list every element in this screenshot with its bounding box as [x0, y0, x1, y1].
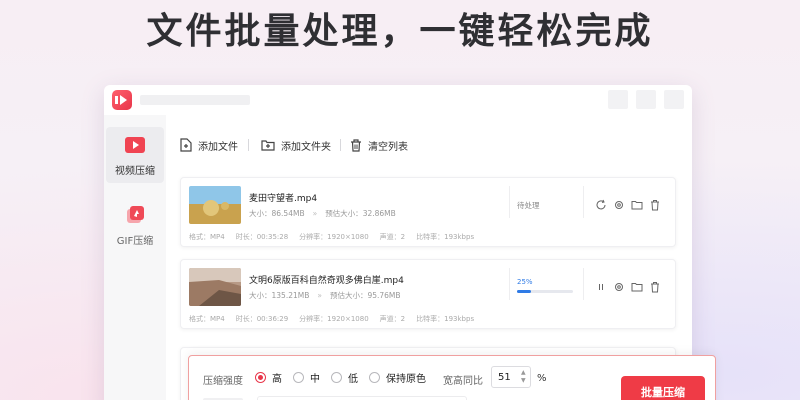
original-size: 86.54MB — [271, 209, 305, 218]
add-file-icon — [180, 138, 192, 152]
maximize-button[interactable] — [636, 90, 656, 109]
strength-option-medium[interactable]: 中 — [293, 370, 320, 385]
compression-strength-label: 压缩强度 — [203, 376, 243, 387]
option-label: 高 — [272, 374, 282, 385]
spinner-arrows-icon[interactable]: ▲ ▼ — [521, 369, 526, 385]
status-text: 待处理 — [517, 201, 540, 210]
toolbar-divider — [340, 139, 341, 151]
size-label: 大小： — [249, 209, 272, 218]
add-file-label: 添加文件 — [198, 141, 238, 153]
file-name: 麦田守望者.mp4 — [249, 194, 318, 204]
option-label: 保持原色 — [386, 374, 426, 385]
option-label: 中 — [310, 374, 320, 385]
meta-bitrate: 比特率：193kbps — [416, 315, 475, 323]
progress-bar-fill — [517, 290, 531, 293]
radio-button[interactable] — [369, 372, 380, 383]
clear-list-label: 清空列表 — [368, 141, 408, 153]
card-divider — [583, 268, 584, 300]
gif-compress-icon — [125, 205, 145, 225]
add-file-button[interactable]: 添加文件 — [180, 135, 238, 155]
output-path-field[interactable] — [257, 396, 467, 400]
file-card-1: 麦田守望者.mp4 大小：86.54MB » 预估大小：32.86MB 待处理 格式… — [180, 177, 676, 247]
sidebar-item-video-compress[interactable]: 视频压缩 — [106, 127, 164, 183]
estimated-size-label: 预估大小： — [325, 209, 363, 218]
radio-button[interactable] — [293, 372, 304, 383]
close-button[interactable] — [664, 90, 684, 109]
progress-bar — [517, 290, 573, 293]
meta-bitrate: 比特率：193kbps — [416, 233, 475, 241]
file-sizes: 大小：86.54MB » 预估大小：32.86MB — [249, 208, 396, 219]
sidebar-item-label: 视频压缩 — [115, 166, 155, 177]
strength-option-keep-color[interactable]: 保持原色 — [369, 370, 426, 385]
clear-list-button[interactable]: 清空列表 — [350, 135, 408, 155]
meta-channels: 声道：2 — [379, 315, 406, 323]
aspect-ratio-label: 宽高同比 — [443, 376, 483, 387]
card-divider — [509, 268, 510, 300]
open-folder-icon[interactable] — [631, 196, 643, 210]
sidebar: 视频压缩 GIF压缩 — [104, 115, 166, 400]
app-window: 视频压缩 GIF压缩 添加文件 添加文件夹 清空列表 麦田守望者.mp4 大小：… — [104, 85, 692, 400]
strength-option-high[interactable]: 高 — [255, 370, 282, 385]
file-name: 文明6原版百科自然奇观多佛白崖.mp4 — [249, 276, 404, 286]
add-folder-icon — [261, 140, 275, 151]
estimated-size-label: 预估大小： — [329, 291, 368, 300]
percent-unit: % — [537, 373, 547, 384]
arrow-right-icon: » — [312, 209, 318, 218]
refresh-icon[interactable] — [595, 196, 607, 210]
delete-icon[interactable] — [649, 278, 661, 293]
sidebar-item-gif-compress[interactable]: GIF压缩 — [106, 197, 164, 253]
meta-duration: 时长：00:35:28 — [235, 233, 289, 241]
size-label: 大小： — [249, 291, 272, 300]
progress-percent: 25% — [517, 278, 533, 286]
file-sizes: 大小：135.21MB » 预估大小：95.76MB — [249, 290, 401, 301]
card-divider — [509, 186, 510, 218]
settings-gear-icon[interactable] — [613, 196, 625, 209]
file-meta: 格式：MP4 时长：00:36:29 分辨率：1920×1080 声道：2 比特率：19… — [189, 314, 485, 324]
radio-button[interactable] — [331, 372, 342, 383]
sidebar-item-label: GIF压缩 — [116, 236, 154, 247]
toolbar-divider — [248, 139, 249, 151]
compression-settings-panel: 压缩强度 高 中 低 保持原色 宽高同比 ▲▼ % 批量压缩 — [188, 355, 716, 400]
open-folder-icon[interactable] — [631, 278, 643, 292]
arrow-right-icon: » — [317, 291, 322, 300]
settings-gear-icon[interactable] — [613, 278, 625, 291]
trash-icon — [351, 138, 361, 152]
app-logo-icon — [112, 90, 132, 110]
meta-format: 格式：MP4 — [189, 315, 225, 323]
batch-compress-button[interactable]: 批量压缩 — [621, 376, 705, 400]
minimize-button[interactable] — [608, 90, 628, 109]
video-thumbnail — [189, 268, 241, 306]
video-thumbnail — [189, 186, 241, 224]
meta-resolution: 分辨率：1920×1080 — [299, 315, 369, 323]
meta-duration: 时长：00:36:29 — [235, 315, 289, 323]
meta-channels: 声道：2 — [379, 233, 406, 241]
estimated-size: 32.86MB — [362, 209, 396, 218]
original-size: 135.21MB — [271, 291, 310, 300]
strength-option-low[interactable]: 低 — [331, 370, 358, 385]
file-card-2: 文明6原版百科自然奇观多佛白崖.mp4 大小：135.21MB » 预估大小：95.… — [180, 259, 676, 329]
window-title — [140, 95, 250, 105]
page-headline: 文件批量处理，一键轻松完成 — [146, 11, 654, 52]
add-folder-button[interactable]: 添加文件夹 — [261, 135, 331, 155]
meta-format: 格式：MP4 — [189, 233, 225, 241]
meta-resolution: 分辨率：1920×1080 — [299, 233, 369, 241]
delete-icon[interactable] — [649, 196, 661, 211]
option-label: 低 — [348, 374, 358, 385]
video-compress-icon — [125, 135, 145, 155]
estimated-size: 95.76MB — [367, 291, 401, 300]
pause-icon[interactable] — [595, 278, 607, 290]
add-folder-label: 添加文件夹 — [281, 141, 331, 153]
radio-button[interactable] — [255, 372, 266, 383]
title-bar — [104, 85, 692, 115]
card-divider — [583, 186, 584, 218]
file-meta: 格式：MP4 时长：00:35:28 分辨率：1920×1080 声道：2 比特率：19… — [189, 232, 485, 242]
